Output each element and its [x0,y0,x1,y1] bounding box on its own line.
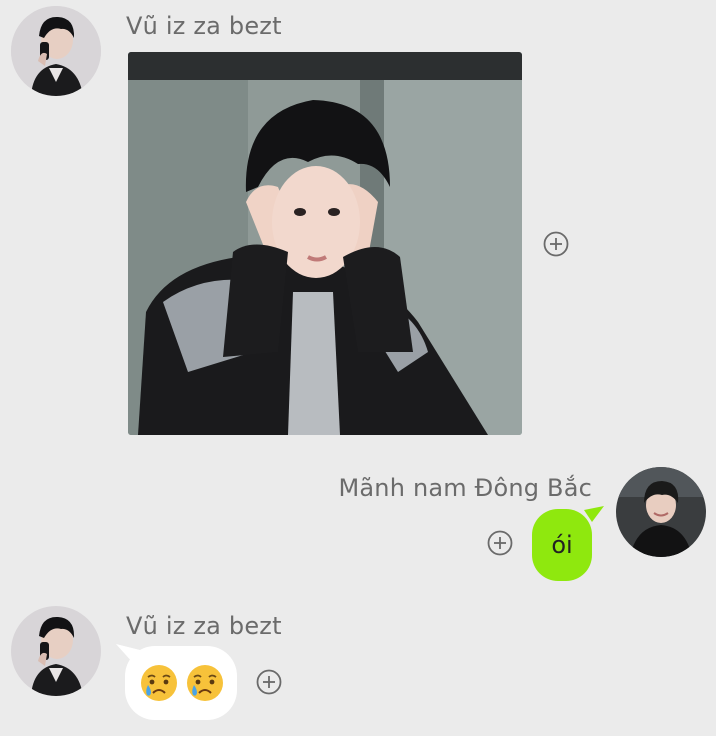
message-bubble-own[interactable]: ói [532,509,592,581]
sender-avatar[interactable] [11,606,101,696]
shared-photo[interactable] [128,52,522,435]
add-reaction-button[interactable] [543,231,569,261]
photo-image [128,52,522,435]
add-reaction-button[interactable] [487,530,513,560]
own-avatar[interactable] [616,467,706,557]
message-text: ói [551,531,573,559]
crying-face-emoji [141,665,177,701]
avatar-photo [616,467,706,557]
message-bubble-emoji[interactable] [125,646,237,720]
sender-avatar[interactable] [11,6,101,96]
sender-name: Vũ iz za bezt [126,12,282,40]
add-reaction-icon [487,530,513,556]
add-reaction-button[interactable] [256,669,282,699]
avatar-photo [11,606,101,696]
bubble-tail [584,506,604,522]
add-reaction-icon [256,669,282,695]
sender-name: Mãnh nam Đông Bắc [338,474,592,502]
crying-face-emoji [187,665,223,701]
sender-name: Vũ iz za bezt [126,612,282,640]
avatar-photo [11,6,101,96]
add-reaction-icon [543,231,569,257]
